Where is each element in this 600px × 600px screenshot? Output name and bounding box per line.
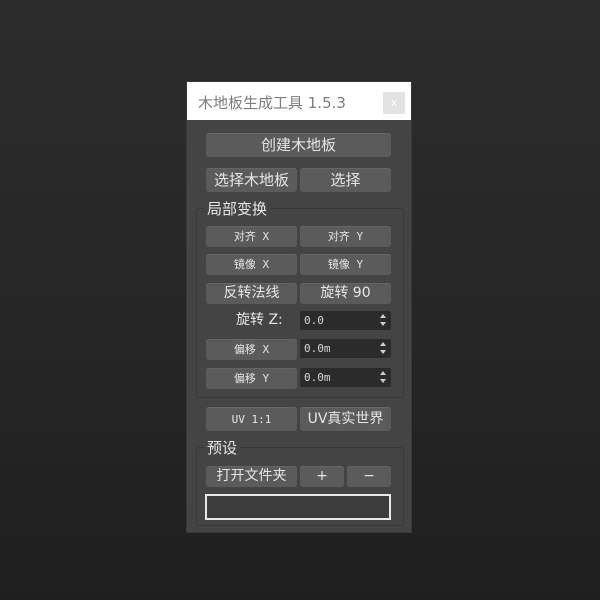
offset-y-spinner[interactable]: 0.0m — [300, 368, 391, 387]
rotate-z-label: 旋转 Z: — [236, 312, 283, 328]
uv-1to1-button[interactable]: UV 1:1 — [206, 407, 297, 431]
align-y-label: 对齐 Y — [327, 230, 364, 243]
select-floor-button[interactable]: 选择木地板 — [206, 168, 297, 192]
offset-y-value: 0.0m — [304, 371, 331, 384]
spinner-arrows-icon[interactable] — [380, 342, 387, 355]
spinner-arrows-icon[interactable] — [380, 371, 387, 384]
rotate-z-spinner[interactable]: 0.0 — [300, 311, 391, 330]
mirror-x-button[interactable]: 镜像 X — [206, 254, 297, 275]
align-x-button[interactable]: 对齐 X — [206, 226, 297, 247]
uv-real-world-button[interactable]: UV真实世界 — [300, 407, 391, 431]
select-button[interactable]: 选择 — [300, 168, 391, 192]
close-icon: x — [390, 96, 398, 109]
close-button[interactable]: x — [383, 92, 405, 114]
preset-list[interactable] — [205, 494, 391, 520]
offset-x-button[interactable]: 偏移 X — [206, 339, 297, 360]
title-bar[interactable]: 木地板生成工具 1.5.3 x — [187, 82, 411, 120]
remove-preset-button[interactable]: − — [347, 466, 391, 487]
minus-icon: − — [363, 468, 375, 484]
uv-1to1-label: UV 1:1 — [231, 413, 272, 426]
offset-x-spinner[interactable]: 0.0m — [300, 339, 391, 358]
align-x-label: 对齐 X — [233, 230, 270, 243]
rotate-z-value: 0.0 — [304, 314, 324, 327]
flip-normals-button[interactable]: 反转法线 — [206, 283, 297, 304]
local-transform-label: 局部变换 — [204, 200, 271, 218]
offset-y-button[interactable]: 偏移 Y — [206, 368, 297, 389]
rotate-90-button[interactable]: 旋转 90 — [300, 283, 391, 304]
plus-icon: + — [316, 468, 328, 484]
mirror-y-label: 镜像 Y — [327, 258, 364, 271]
open-folder-button[interactable]: 打开文件夹 — [206, 466, 297, 487]
offset-x-label: 偏移 X — [233, 343, 270, 356]
offset-y-label: 偏移 Y — [233, 372, 270, 385]
align-y-button[interactable]: 对齐 Y — [300, 226, 391, 247]
mirror-y-button[interactable]: 镜像 Y — [300, 254, 391, 275]
spinner-arrows-icon[interactable] — [380, 314, 387, 327]
add-preset-button[interactable]: + — [300, 466, 344, 487]
mirror-x-label: 镜像 X — [233, 258, 270, 271]
presets-label: 预设 — [204, 439, 241, 457]
window-title: 木地板生成工具 1.5.3 — [198, 94, 346, 112]
floor-tool-window: 木地板生成工具 1.5.3 x 创建木地板 选择木地板 选择 局部变换 对齐 X… — [187, 82, 411, 532]
create-floor-button[interactable]: 创建木地板 — [206, 133, 391, 157]
offset-x-value: 0.0m — [304, 342, 331, 355]
